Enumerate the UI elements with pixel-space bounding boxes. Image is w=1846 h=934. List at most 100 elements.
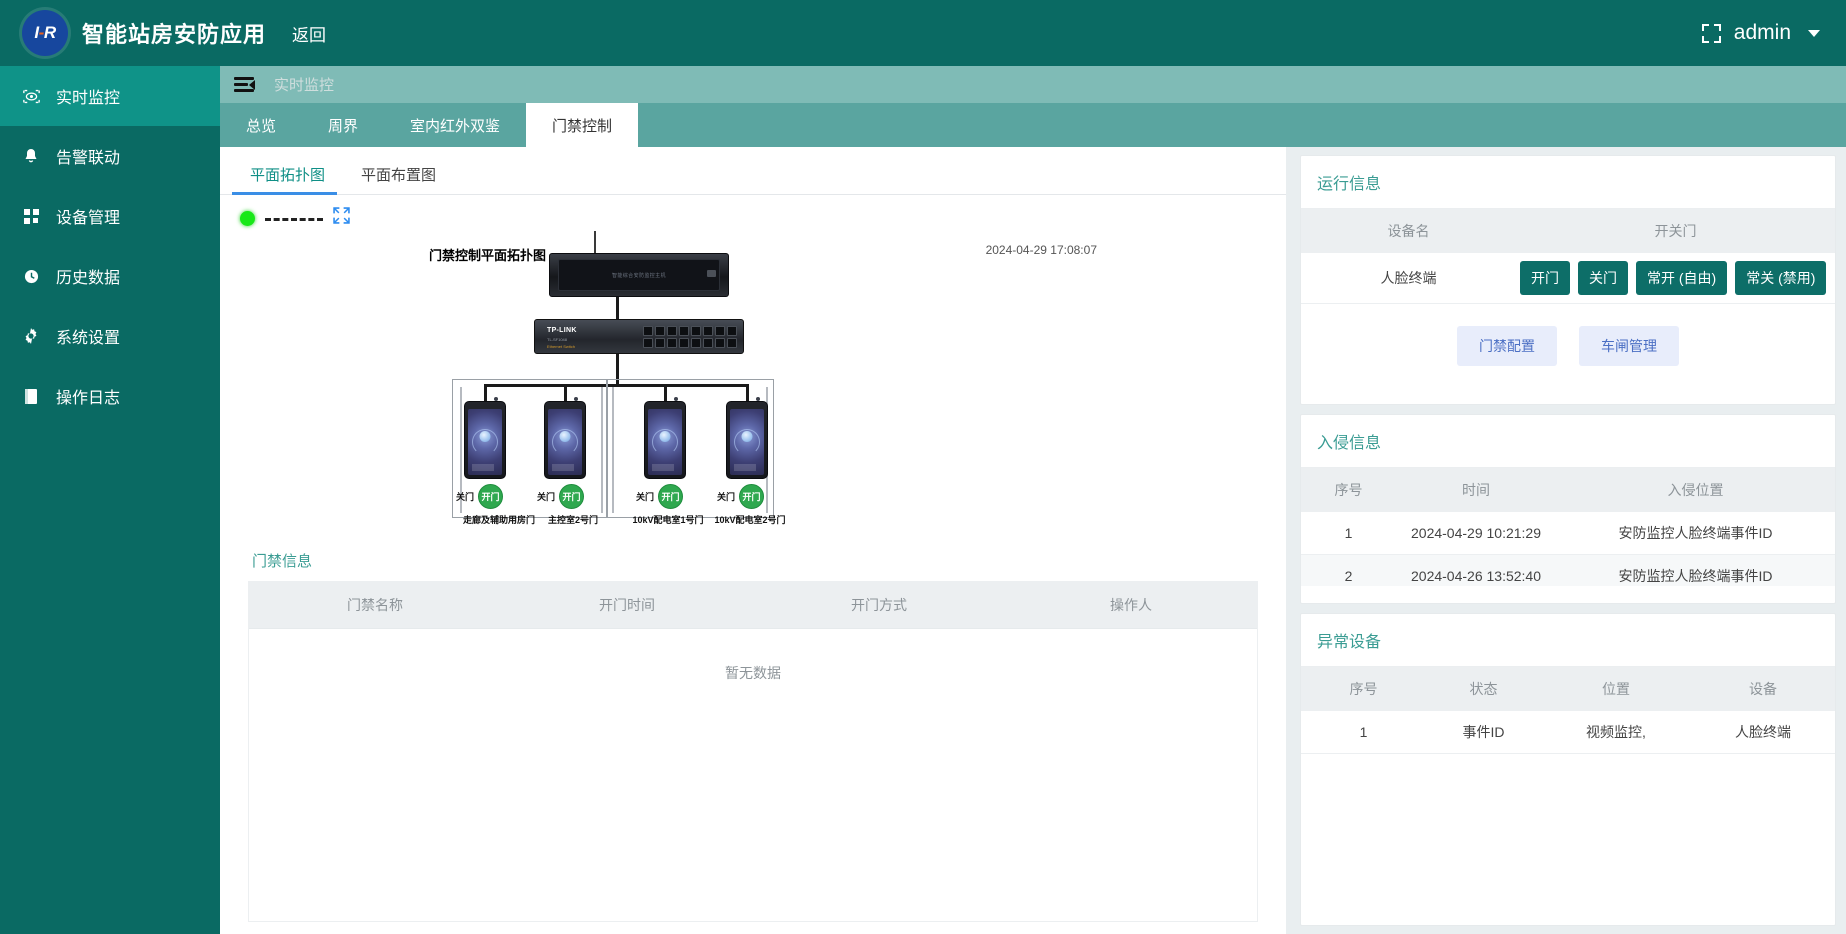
intrusion-table: 序号 时间 入侵位置 1 2024-04-29 10:21:29 安防监控人脸终… [1301,468,1835,586]
cell-time: 2024-04-26 13:52:40 [1396,554,1556,586]
eye-monitor-icon [20,89,42,104]
switch-ports-icon [643,326,737,348]
cell-door-actions: 开门 关门 常开 (自由) 常关 (禁用) [1516,253,1835,304]
door-open-badge[interactable]: 开门 [478,484,504,509]
access-config-button[interactable]: 门禁配置 [1457,326,1557,366]
sidebar-item-label: 操作日志 [56,390,121,407]
table-row: 2 2024-04-26 13:52:40 安防监控人脸终端事件ID [1301,554,1835,586]
table-header-row: 设备名 开关门 [1301,209,1835,253]
col-device-name: 设备名 [1301,209,1516,253]
abnormal-device-body: 序号 状态 位置 设备 1 事件ID 视频监控, 人脸终端 [1301,667,1835,754]
run-info-actions: 门禁配置 车闸管理 [1301,304,1835,366]
face-terminal-3[interactable] [644,397,686,479]
door-close-label[interactable]: 关门 [636,490,654,503]
col-operator: 操作人 [1005,582,1257,629]
barrier-manage-button[interactable]: 车闸管理 [1579,326,1679,366]
door-open-badge[interactable]: 开门 [739,484,765,509]
user-name[interactable]: admin [1734,21,1791,45]
intrusion-info-body[interactable]: 序号 时间 入侵位置 1 2024-04-29 10:21:29 安防监控人脸终… [1301,468,1835,586]
face-terminal-4[interactable] [726,397,768,479]
cell-location: 安防监控人脸终端事件ID [1556,554,1835,586]
sidebar-item-system-settings[interactable]: 系统设置 [0,306,220,366]
face-terminal-2[interactable] [544,397,586,479]
antenna-icon [594,231,596,254]
security-host-device[interactable]: 智能综合安防监控主机 [549,253,729,297]
tab-perimeter[interactable]: 周界 [302,103,384,147]
network-switch-device[interactable]: TP-LINK TL-SF1048 Ethernet Switch [534,319,744,354]
face-avatar-icon [741,431,753,443]
sidebar: 实时监控 告警联动 设备管理 历史数据 系统设置 操作日志 [0,66,220,934]
breadcrumb: 实时监控 [274,77,335,94]
terminal-info-bar [734,464,756,471]
run-info-body: 设备名 开关门 人脸终端 开门 关门 常开 (自由) 常关 (禁用) 门禁配置 … [1301,209,1835,366]
terminal-camera-icon [674,397,678,401]
door-open-badge[interactable]: 开门 [658,484,684,509]
sidebar-item-operation-log[interactable]: 操作日志 [0,366,220,426]
col-index: 序号 [1301,468,1396,512]
always-closed-button[interactable]: 常关 (禁用) [1735,261,1827,295]
face-avatar-icon [659,431,671,443]
door-name-4: 10kV配电室2号门 [714,515,786,525]
sidebar-item-device-manage[interactable]: 设备管理 [0,186,220,246]
switch-brand: TP-LINK [547,327,577,334]
door-control-3: 关门 开门 [636,484,684,509]
sidebar-item-label: 设备管理 [56,210,121,227]
col-location: 入侵位置 [1556,468,1835,512]
gear-icon [20,328,42,344]
cell-time: 2024-04-29 10:21:29 [1396,512,1556,555]
cell-index: 1 [1301,711,1426,754]
door-name-2: 主控室2号门 [547,515,598,525]
sidebar-item-history-data[interactable]: 历史数据 [0,246,220,306]
intrusion-info-title: 入侵信息 [1301,415,1835,468]
menu-fold-icon[interactable] [234,77,255,92]
bell-icon [20,148,42,164]
content-area: 实时监控 总览 周界 室内红外双鉴 门禁控制 平面拓扑图 平面布置图 门禁控制平… [220,66,1846,934]
door-open-badge[interactable]: 开门 [559,484,585,509]
subtab-plane-layout[interactable]: 平面布置图 [343,164,454,194]
topology-canvas-wrap: 门禁控制平面拓扑图 2024-04-29 17:08:07 智能综合安防监控主机 [220,195,1286,934]
chevron-down-icon[interactable] [1808,29,1820,37]
door-action-buttons: 开门 关门 常开 (自由) 常关 (禁用) [1520,261,1831,295]
link-host-to-switch [616,297,619,319]
face-avatar-icon [559,431,571,443]
terminal-camera-icon [756,397,760,401]
sidebar-item-alarm-linkage[interactable]: 告警联动 [0,126,220,186]
tab-overview[interactable]: 总览 [220,103,302,147]
face-terminal-1[interactable] [464,397,506,479]
col-open-time: 开门时间 [501,582,753,629]
close-door-button[interactable]: 关门 [1578,261,1628,295]
sidebar-item-realtime-monitor[interactable]: 实时监控 [0,66,220,126]
left-column: 平面拓扑图 平面布置图 门禁控制平面拓扑图 2024-04-29 17:08:0… [220,147,1286,934]
terminal-info-bar [552,464,574,471]
tab-access-control[interactable]: 门禁控制 [526,103,639,147]
fullscreen-expand-icon[interactable] [333,207,350,229]
terminal-screen [468,409,502,475]
col-door-switch: 开关门 [1516,209,1835,253]
topology-card: 门禁控制平面拓扑图 2024-04-29 17:08:07 智能综合安防监控主机 [234,205,1272,538]
panel-area: 平面拓扑图 平面布置图 门禁控制平面拓扑图 2024-04-29 17:08:0… [220,147,1846,934]
fullscreen-grid-icon[interactable] [1701,23,1721,43]
server-label: 智能综合安防监控主机 [611,272,666,279]
access-info-block: 门禁信息 门禁名称 开门时间 开门方式 操作人 暂无数据 [234,538,1272,934]
always-open-button[interactable]: 常开 (自由) [1636,261,1728,295]
open-door-button[interactable]: 开门 [1520,261,1570,295]
app-logo-icon: I-R [22,10,68,56]
face-avatar-icon [479,431,491,443]
door-close-label[interactable]: 关门 [537,490,555,503]
book-icon [20,388,42,404]
table-row: 人脸终端 开门 关门 常开 (自由) 常关 (禁用) [1301,253,1835,304]
run-info-table: 设备名 开关门 人脸终端 开门 关门 常开 (自由) 常关 (禁用) [1301,209,1835,304]
topology-diagram: 门禁控制平面拓扑图 2024-04-29 17:08:07 智能综合安防监控主机 [234,231,1272,531]
door-close-label[interactable]: 关门 [717,490,735,503]
subtab-plane-topology[interactable]: 平面拓扑图 [232,164,343,195]
back-link[interactable]: 返回 [292,21,326,46]
topology-title: 门禁控制平面拓扑图 [429,248,547,263]
terminal-camera-icon [574,397,578,401]
door-close-label[interactable]: 关门 [456,490,474,503]
logo-text: I-R [34,23,56,42]
right-column: 运行信息 设备名 开关门 人脸终端 开门 关门 常开 (自由) 常关 (禁用) … [1286,147,1846,934]
abnormal-device-title: 异常设备 [1301,614,1835,667]
tab-indoor-infrared[interactable]: 室内红外双鉴 [384,103,526,147]
access-info-table: 门禁名称 开门时间 开门方式 操作人 [249,582,1257,629]
door-control-4: 关门 开门 [717,484,765,509]
